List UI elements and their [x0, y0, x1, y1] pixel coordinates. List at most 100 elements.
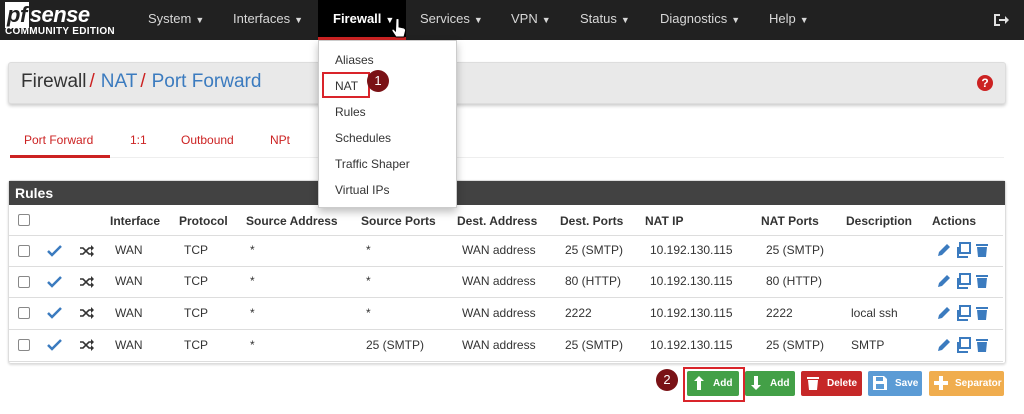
- chevron-down-icon: ▼: [195, 15, 205, 25]
- nav-vpn-label: VPN: [511, 11, 538, 26]
- nav-system[interactable]: System ▼: [148, 0, 204, 40]
- col-actions: Actions: [932, 214, 977, 228]
- trash-icon[interactable]: [974, 242, 990, 258]
- copy-icon[interactable]: [955, 242, 971, 258]
- cell-nat-ports: 80 (HTTP): [766, 274, 823, 288]
- edit-pencil-icon[interactable]: [936, 242, 952, 258]
- col-description[interactable]: Description: [846, 214, 912, 228]
- nav-vpn[interactable]: VPN ▼: [511, 0, 551, 40]
- shuffle-icon: [80, 339, 94, 351]
- cell-source-ports: *: [366, 306, 371, 320]
- cell-nat-ip: 10.192.130.115: [650, 274, 733, 288]
- check-icon[interactable]: [47, 245, 62, 257]
- cell-nat-ip: 10.192.130.115: [650, 338, 733, 352]
- menu-item-traffic-shaper[interactable]: Traffic Shaper: [335, 157, 410, 171]
- menu-item-aliases[interactable]: Aliases: [335, 53, 374, 67]
- breadcrumb-separator: /: [140, 71, 146, 92]
- rules-panel: Rules: [8, 180, 1006, 364]
- rules-panel-title: Rules: [9, 181, 1005, 205]
- menu-item-schedules[interactable]: Schedules: [335, 131, 391, 145]
- help-icon[interactable]: ?: [977, 75, 993, 91]
- save-label: Save: [895, 378, 919, 389]
- cell-source-address: *: [250, 243, 255, 257]
- nav-firewall-label: Firewall: [333, 11, 382, 26]
- row-checkbox[interactable]: [18, 339, 30, 351]
- edit-pencil-icon[interactable]: [936, 273, 952, 289]
- row-divider: [9, 329, 1003, 330]
- breadcrumb-separator: /: [89, 71, 95, 92]
- tab-port-forward[interactable]: Port Forward: [24, 133, 93, 147]
- delete-button[interactable]: Delete: [801, 371, 862, 396]
- col-interface[interactable]: Interface: [110, 214, 160, 228]
- copy-icon[interactable]: [955, 337, 971, 353]
- cell-nat-ports: 25 (SMTP): [766, 243, 825, 257]
- cell-dest-ports: 25 (SMTP): [565, 338, 624, 352]
- copy-icon[interactable]: [955, 273, 971, 289]
- col-protocol[interactable]: Protocol: [179, 214, 228, 228]
- nav-help[interactable]: Help ▼: [769, 0, 809, 40]
- col-nat-ip[interactable]: NAT IP: [645, 214, 683, 228]
- row-divider: [9, 235, 1003, 236]
- nav-help-label: Help: [769, 11, 796, 26]
- arrow-down-icon: [751, 376, 761, 390]
- cell-protocol: TCP: [184, 274, 208, 288]
- cell-dest-ports: 25 (SMTP): [565, 243, 624, 257]
- hand-cursor-icon: [391, 18, 407, 38]
- trash-icon: [807, 377, 819, 390]
- nav-diagnostics[interactable]: Diagnostics ▼: [660, 0, 740, 40]
- col-dest-address[interactable]: Dest. Address: [457, 214, 537, 228]
- tab-npt[interactable]: NPt: [270, 133, 290, 147]
- row-checkbox[interactable]: [18, 307, 30, 319]
- check-icon[interactable]: [47, 339, 62, 351]
- step-badge-1: 1: [367, 70, 389, 92]
- save-button[interactable]: Save: [868, 371, 922, 396]
- col-source-ports[interactable]: Source Ports: [361, 214, 436, 228]
- row-checkbox[interactable]: [18, 276, 30, 288]
- breadcrumb-port-forward[interactable]: Port Forward: [152, 71, 262, 92]
- breadcrumb: Firewall / NAT / Port Forward: [21, 71, 261, 93]
- logo-pf: pf: [5, 2, 29, 28]
- row-divider: [9, 361, 1003, 362]
- row-checkbox[interactable]: [18, 245, 30, 257]
- trash-icon[interactable]: [974, 273, 990, 289]
- active-tab-indicator: [10, 155, 110, 158]
- add-highlight-box: [683, 367, 745, 402]
- col-source-address[interactable]: Source Address: [246, 214, 338, 228]
- cell-nat-ip: 10.192.130.115: [650, 243, 733, 257]
- step-badge-2: 2: [656, 369, 678, 391]
- trash-icon[interactable]: [974, 337, 990, 353]
- edit-pencil-icon[interactable]: [936, 337, 952, 353]
- logout-icon[interactable]: [992, 11, 1010, 29]
- add-bottom-button[interactable]: Add: [745, 371, 795, 396]
- cell-protocol: TCP: [184, 338, 208, 352]
- cell-dest-address: WAN address: [462, 274, 536, 288]
- chevron-down-icon: ▼: [620, 15, 630, 25]
- cell-interface: WAN: [115, 243, 143, 257]
- cell-interface: WAN: [115, 306, 143, 320]
- nav-status[interactable]: Status ▼: [580, 0, 630, 40]
- menu-item-rules[interactable]: Rules: [335, 105, 366, 119]
- tab-one-to-one[interactable]: 1:1: [130, 133, 147, 147]
- nav-services[interactable]: Services ▼: [420, 0, 483, 40]
- edit-pencil-icon[interactable]: [936, 305, 952, 321]
- cell-description: SMTP: [851, 338, 885, 352]
- col-nat-ports[interactable]: NAT Ports: [761, 214, 819, 228]
- cell-nat-ports: 25 (SMTP): [766, 338, 825, 352]
- tab-outbound[interactable]: Outbound: [181, 133, 234, 147]
- breadcrumb-panel: Firewall / NAT / Port Forward ?: [8, 62, 1006, 104]
- select-all-checkbox[interactable]: [18, 214, 30, 226]
- check-icon[interactable]: [47, 276, 62, 288]
- cell-dest-ports: 2222: [565, 306, 592, 320]
- check-icon[interactable]: [47, 307, 62, 319]
- cell-source-ports: 25 (SMTP): [366, 338, 425, 352]
- top-navbar: pf sense COMMUNITY EDITION System ▼ Interf…: [0, 0, 1024, 40]
- floppy-disk-icon: [873, 376, 887, 390]
- nav-interfaces[interactable]: Interfaces ▼: [233, 0, 303, 40]
- separator-button[interactable]: Separator: [929, 371, 1004, 396]
- trash-icon[interactable]: [974, 305, 990, 321]
- menu-item-virtual-ips[interactable]: Virtual IPs: [335, 183, 389, 197]
- pfsense-logo[interactable]: pf sense COMMUNITY EDITION: [3, 2, 128, 38]
- copy-icon[interactable]: [955, 305, 971, 321]
- col-dest-ports[interactable]: Dest. Ports: [560, 214, 623, 228]
- breadcrumb-nat[interactable]: NAT: [101, 71, 138, 92]
